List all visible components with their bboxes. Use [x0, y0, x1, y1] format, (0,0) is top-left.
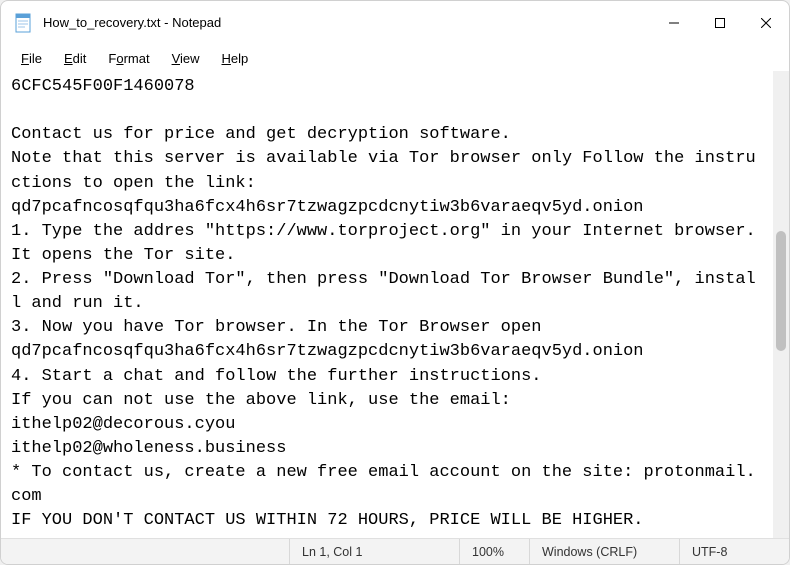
vertical-scrollbar[interactable] [773, 71, 789, 538]
notepad-icon [15, 13, 31, 33]
titlebar[interactable]: How_to_recovery.txt - Notepad [1, 1, 789, 45]
menu-help[interactable]: Help [212, 49, 259, 68]
status-line-ending: Windows (CRLF) [529, 539, 679, 564]
minimize-icon [669, 18, 679, 28]
maximize-button[interactable] [697, 1, 743, 44]
menu-edit[interactable]: Edit [54, 49, 96, 68]
app-window: How_to_recovery.txt - Notepad File Edit … [0, 0, 790, 565]
window-controls [651, 1, 789, 44]
menu-format[interactable]: Format [98, 49, 159, 68]
maximize-icon [715, 18, 725, 28]
status-encoding: UTF-8 [679, 539, 789, 564]
close-icon [761, 18, 771, 28]
status-zoom: 100% [459, 539, 529, 564]
menu-file[interactable]: File [11, 49, 52, 68]
text-editor[interactable]: 6CFC545F00F1460078 Contact us for price … [1, 71, 773, 538]
scroll-thumb[interactable] [776, 231, 786, 351]
editor-wrap: 6CFC545F00F1460078 Contact us for price … [1, 71, 789, 538]
statusbar: Ln 1, Col 1 100% Windows (CRLF) UTF-8 [1, 538, 789, 564]
close-button[interactable] [743, 1, 789, 44]
menu-view[interactable]: View [162, 49, 210, 68]
menubar: File Edit Format View Help [1, 45, 789, 71]
status-position: Ln 1, Col 1 [289, 539, 459, 564]
window-title: How_to_recovery.txt - Notepad [43, 15, 651, 30]
minimize-button[interactable] [651, 1, 697, 44]
